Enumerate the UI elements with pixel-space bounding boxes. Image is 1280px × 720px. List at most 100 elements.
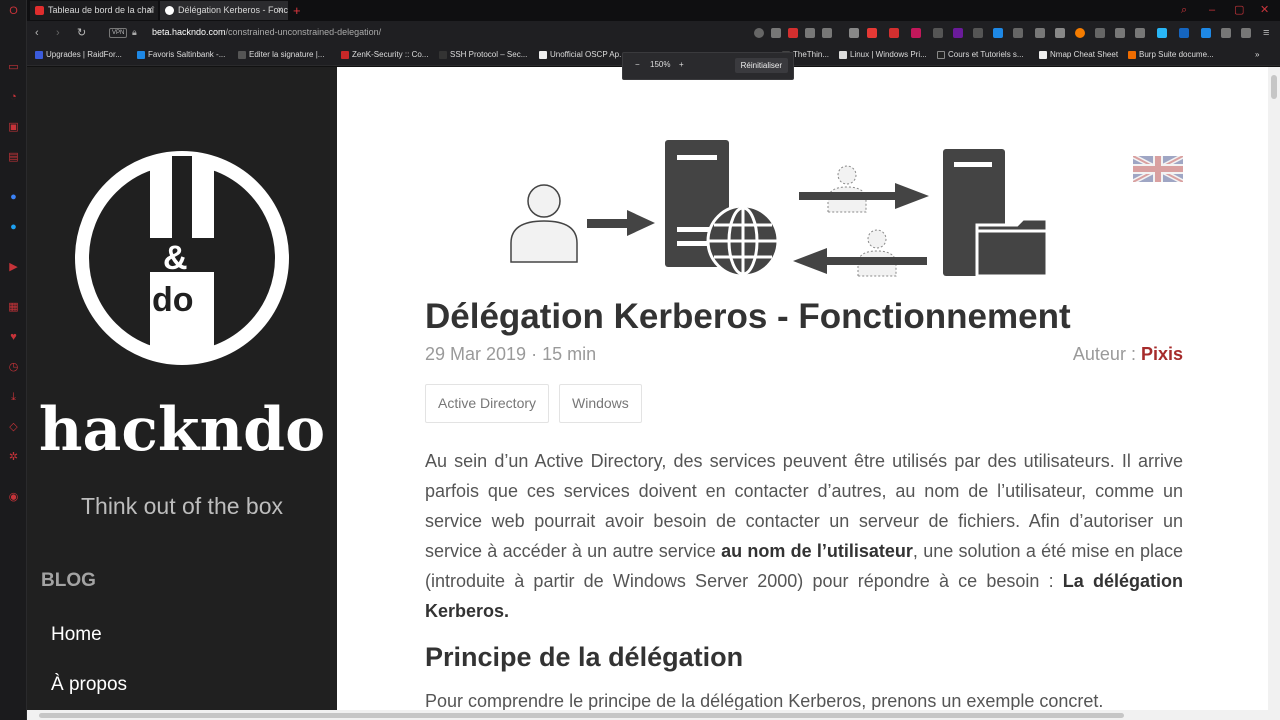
extension-icon[interactable] [911,28,921,38]
close-icon[interactable]: × [147,1,153,20]
tag-windows[interactable]: Windows [559,384,642,423]
camera-icon[interactable] [771,28,781,38]
tab-label: Délégation Kerberos - Fonc [178,5,288,15]
twitter-icon[interactable]: ● [7,221,20,234]
vpn-badge[interactable]: VPN [109,28,128,38]
bookmark-item[interactable]: Nmap Cheat Sheet [1039,50,1118,59]
nav-link-home[interactable]: Home [51,624,102,646]
bookmark-item[interactable]: Linux | Windows Pri... [839,50,927,59]
file-server-icon [943,149,1049,278]
bookmark-item[interactable]: Cours et Tutoriels s... [937,50,1024,59]
new-tab-plus-icon[interactable]: + [293,1,301,20]
menu-icon[interactable]: ≡ [1263,25,1269,41]
scrollbar-thumb[interactable] [39,713,1124,718]
bookmark-favicon-icon [1039,51,1047,59]
briefcase-icon[interactable]: ▣ [7,121,20,134]
extension-icon[interactable] [953,28,963,38]
author-link[interactable]: Pixis [1141,344,1183,364]
extension-icon[interactable] [1135,28,1145,38]
bookmark-item[interactable]: ZenK-Security :: Co... [341,50,428,59]
grid-icon[interactable]: ▦ [7,301,20,314]
minimize-icon[interactable]: – [1209,2,1215,18]
vertical-scrollbar[interactable] [1268,67,1280,720]
bookmark-favicon-icon [1128,51,1136,59]
settings-icon[interactable]: ✲ [7,451,20,464]
reload-icon[interactable]: ↻ [77,25,86,41]
scrollbar-thumb[interactable] [1271,75,1277,99]
download-icon[interactable] [1241,28,1251,38]
bookmarks-more-button[interactable]: » [1255,50,1259,59]
bookmark-favicon-icon [341,51,349,59]
extension-icon[interactable] [993,28,1003,38]
heart-icon[interactable]: ♥ [7,331,20,344]
zoom-reset-button[interactable]: Réinitialiser [734,58,788,73]
extension-icon[interactable] [867,28,877,38]
back-icon[interactable]: ‹ [35,25,39,41]
window-close-icon[interactable]: ✕ [1260,2,1269,18]
zoom-level: 150% [650,60,671,69]
extension-icon[interactable] [1095,28,1105,38]
opera-logo-icon[interactable]: O [7,5,20,18]
zoom-magnifier-icon[interactable] [754,28,764,38]
extension-icon[interactable] [1055,28,1065,38]
bookmark-label: Nmap Cheat Sheet [1050,50,1119,59]
extension-icon[interactable] [1201,28,1211,38]
extension-icon[interactable] [849,28,859,38]
bookmark-item[interactable]: SSH Protocol – Sec... [439,50,527,59]
close-icon[interactable]: × [277,1,283,20]
tab-youtube-dashboard[interactable]: Tableau de bord de la chaî × [30,1,158,20]
equalizer-icon[interactable] [1035,28,1045,38]
record-icon[interactable]: ◉ [7,491,20,504]
speedometer-icon[interactable]: ◔ [7,91,20,104]
nav-link-about[interactable]: À propos [51,674,127,696]
downloads-icon[interactable]: ⤓ [7,391,20,404]
post-author: Auteur : Pixis [1073,344,1183,365]
bookmark-label: Editer la signature |... [249,50,325,59]
bookmark-favicon-icon [137,51,145,59]
bookmark-item[interactable]: Favoris Saltinbank -... [137,50,225,59]
bookmark-item[interactable]: Upgrades | RaidFor... [35,50,122,59]
horizontal-scrollbar[interactable] [27,710,1268,720]
read-time: 15 min [542,344,597,364]
player-icon[interactable]: ▶ [7,261,20,274]
blog-heading: BLOG [41,570,96,591]
cube-icon[interactable] [1221,28,1231,38]
maximize-icon[interactable]: ▢ [1234,2,1244,18]
url-input[interactable]: beta.hackndo.com/constrained-unconstrain… [152,27,381,37]
zoom-in-button[interactable]: + [679,60,684,69]
history-icon[interactable]: ◷ [7,361,20,374]
tag-active-directory[interactable]: Active Directory [425,384,550,423]
cube-icon[interactable]: ◇ [7,421,20,434]
site-name[interactable]: hackndo [27,395,337,465]
extension-icon[interactable] [1115,28,1125,38]
favorite-icon[interactable] [822,28,832,38]
bookmark-item[interactable]: Unofficial OSCP Ap... [539,50,626,59]
user-icon [510,184,578,263]
extension-icon[interactable] [1075,28,1085,38]
english-flag-icon[interactable] [1133,156,1183,182]
forward-icon[interactable]: › [56,25,60,41]
extension-icon[interactable] [889,28,899,38]
send-icon[interactable] [805,28,815,38]
messenger-icon[interactable]: ● [7,191,20,204]
bookmark-item[interactable]: Burp Suite docume... [1128,50,1214,59]
search-tabs-icon[interactable]: ⌕ [1181,2,1187,18]
pocket-icon[interactable] [788,28,798,38]
url-path: /constrained-unconstrained-delegation/ [225,27,382,37]
bookmark-label: SSH Protocol – Sec... [450,50,528,59]
extension-icon[interactable] [1157,28,1167,38]
lock-icon[interactable]: 🔒︎ [132,27,137,38]
post-meta: 29 Mar 2019 · 15 min [425,344,596,365]
tab-kerberos-delegation[interactable]: Délégation Kerberos - Fonc × [160,1,288,20]
extension-icon[interactable] [1179,28,1189,38]
zoom-out-button[interactable]: − [635,60,640,69]
bookmark-label: Upgrades | RaidFor... [46,50,122,59]
bookmark-item[interactable]: Editer la signature |... [238,50,324,59]
twitch-icon[interactable]: ▤ [7,151,20,164]
gamepad-icon[interactable]: ▭ [7,61,20,74]
site-tagline: Think out of the box [80,493,283,519]
bookmark-favicon-icon [839,51,847,59]
extension-icon[interactable] [933,28,943,38]
extension-icon[interactable] [1013,28,1023,38]
extension-icon[interactable] [973,28,983,38]
